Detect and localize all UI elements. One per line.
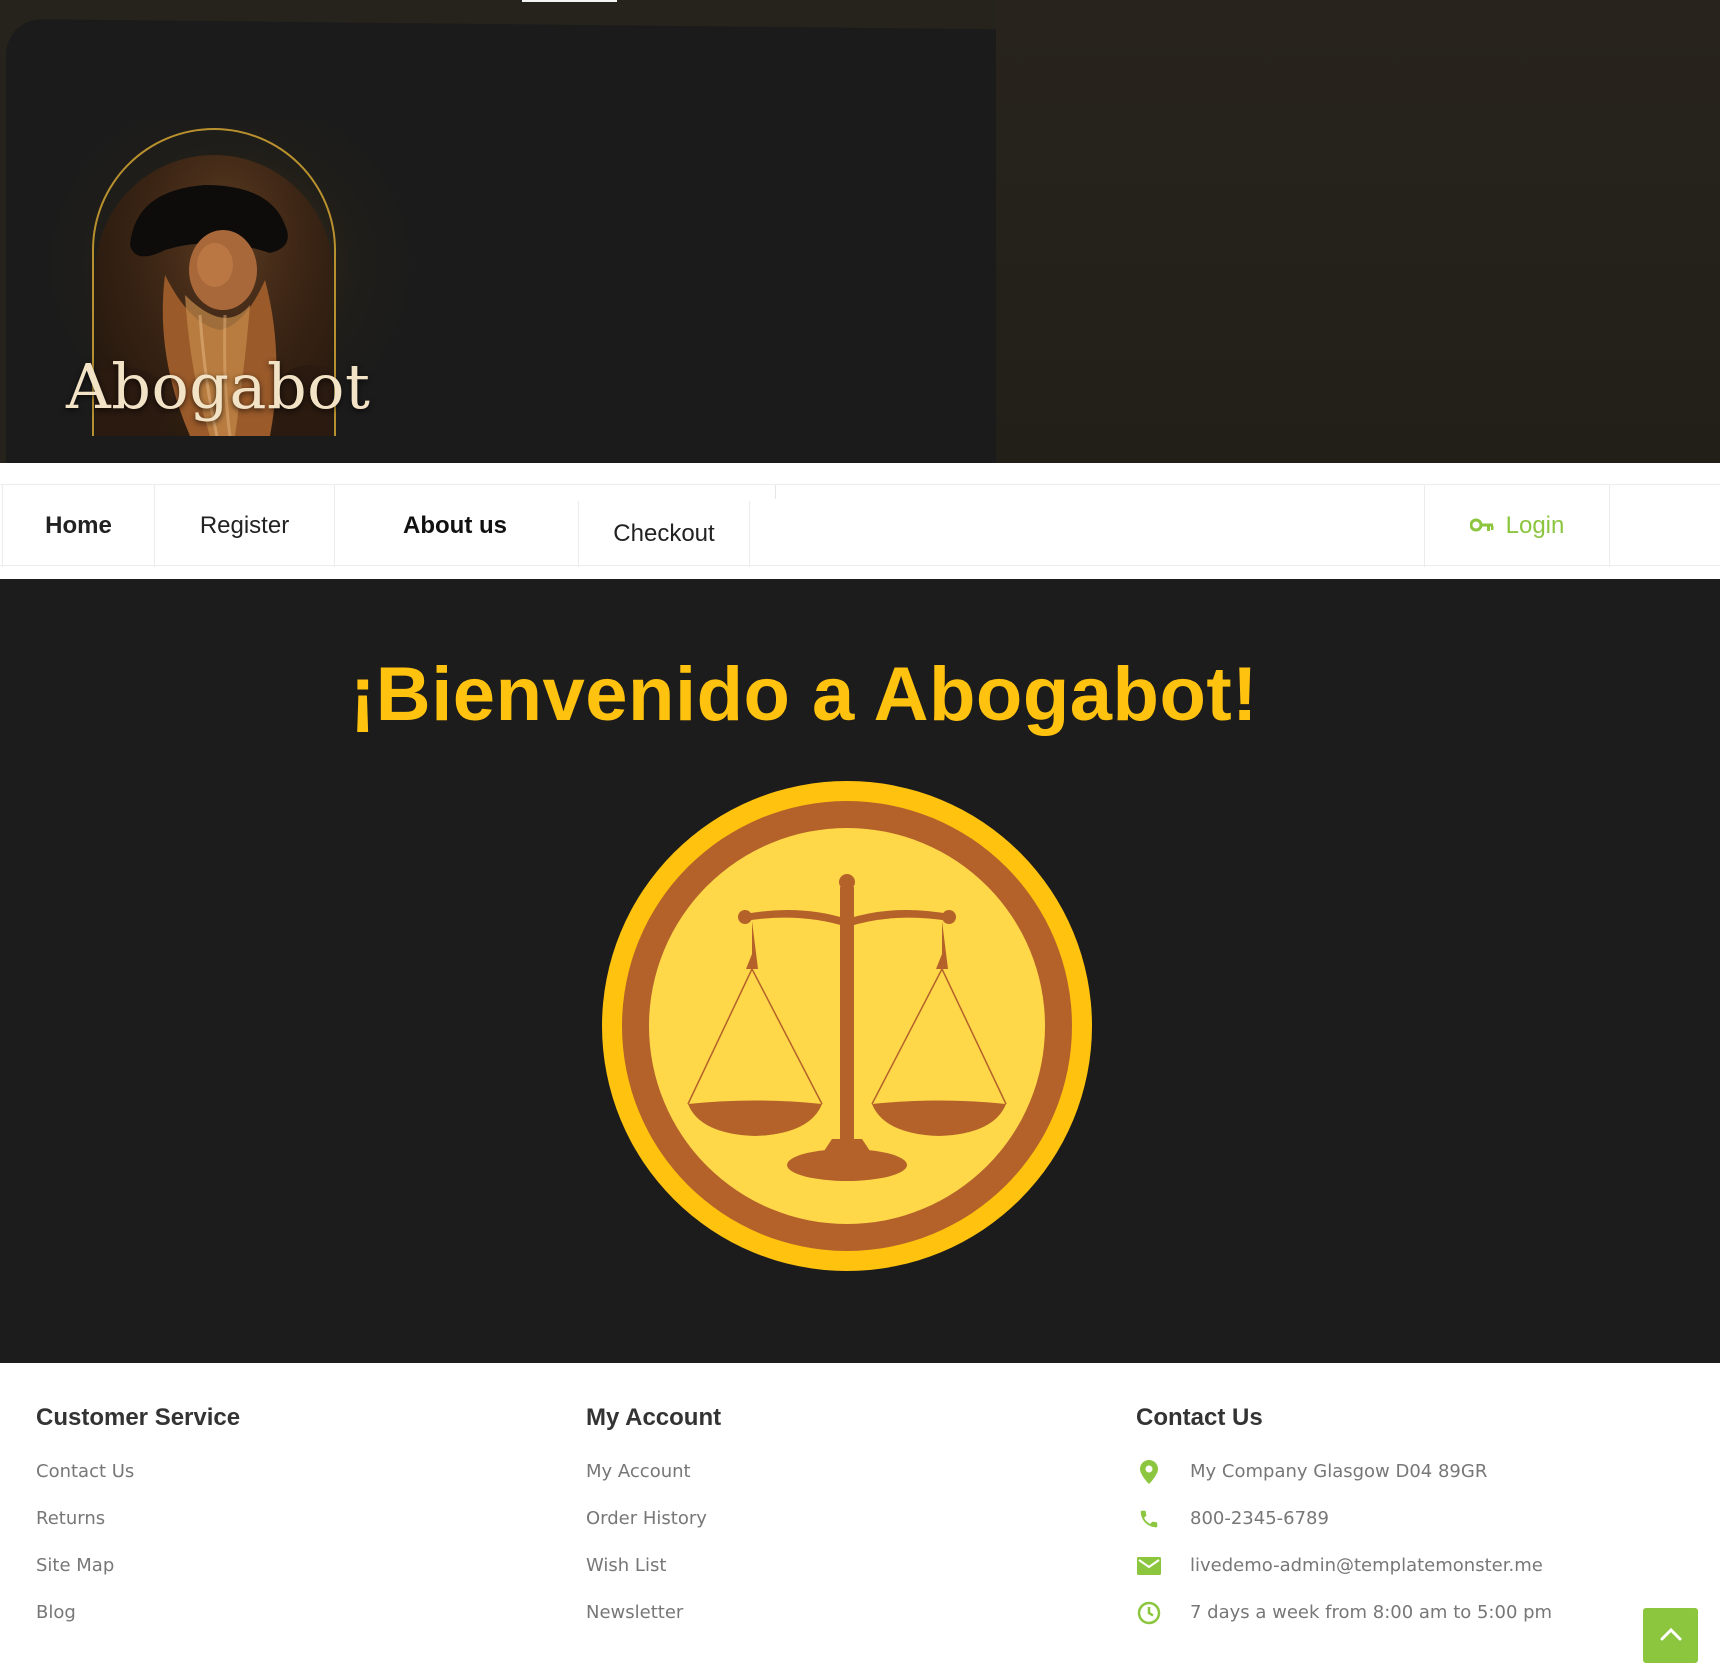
footer-customer-service: Customer Service Contact Us Returns Site… bbox=[36, 1403, 240, 1647]
login-button[interactable]: Login bbox=[1424, 485, 1610, 567]
contact-address: My Company Glasgow D04 89GR bbox=[1136, 1459, 1552, 1506]
nav-item-about-us[interactable]: About us bbox=[335, 485, 575, 567]
main-navigation: Home Register About us Checkout Login bbox=[0, 484, 1720, 567]
site-header: Abogabot bbox=[0, 0, 1720, 463]
nav-item-home[interactable]: Home bbox=[2, 485, 155, 567]
footer-link-site-map[interactable]: Site Map bbox=[36, 1553, 240, 1600]
back-to-top-button[interactable] bbox=[1643, 1608, 1698, 1663]
contact-email-text: livedemo-admin@templatemonster.me bbox=[1190, 1555, 1543, 1576]
login-label: Login bbox=[1505, 512, 1565, 539]
footer-link-my-account[interactable]: My Account bbox=[586, 1459, 721, 1506]
footer-link-blog[interactable]: Blog bbox=[36, 1600, 240, 1647]
phone-icon bbox=[1136, 1506, 1162, 1532]
key-icon bbox=[1469, 512, 1494, 540]
contact-email[interactable]: livedemo-admin@templatemonster.me bbox=[1136, 1553, 1552, 1600]
hero-title: ¡Bienvenido a Abogabot! bbox=[350, 652, 1258, 737]
contact-phone[interactable]: 800-2345-6789 bbox=[1136, 1506, 1552, 1553]
footer-link-returns[interactable]: Returns bbox=[36, 1506, 240, 1553]
footer-heading: Customer Service bbox=[36, 1404, 241, 1431]
footer-contact-us: Contact Us My Company Glasgow D04 89GR 8… bbox=[1136, 1403, 1552, 1647]
site-footer: Customer Service Contact Us Returns Site… bbox=[0, 1363, 1720, 1674]
mail-icon bbox=[1136, 1553, 1162, 1579]
footer-heading: Contact Us bbox=[1136, 1404, 1263, 1431]
contact-hours-text: 7 days a week from 8:00 am to 5:00 pm bbox=[1190, 1602, 1553, 1623]
clock-icon bbox=[1136, 1600, 1162, 1626]
footer-link-wish-list[interactable]: Wish List bbox=[586, 1553, 721, 1600]
scales-of-justice-icon bbox=[600, 779, 1094, 1273]
footer-link-order-history[interactable]: Order History bbox=[586, 1506, 721, 1553]
footer-link-newsletter[interactable]: Newsletter bbox=[586, 1600, 721, 1647]
nav-item-checkout[interactable]: Checkout bbox=[578, 501, 750, 567]
contact-phone-text: 800-2345-6789 bbox=[1190, 1508, 1329, 1529]
footer-heading: My Account bbox=[586, 1404, 722, 1431]
header-right-panel bbox=[996, 0, 1720, 463]
chevron-up-icon bbox=[1660, 1626, 1682, 1645]
footer-link-contact-us[interactable]: Contact Us bbox=[36, 1459, 240, 1506]
nav-item-register[interactable]: Register bbox=[155, 485, 335, 567]
hero-banner: ¡Bienvenido a Abogabot! bbox=[0, 579, 1720, 1363]
footer-my-account: My Account My Account Order History Wish… bbox=[586, 1403, 721, 1647]
logo-text: Abogabot bbox=[66, 350, 371, 423]
contact-hours: 7 days a week from 8:00 am to 5:00 pm bbox=[1136, 1600, 1552, 1647]
nav-divider bbox=[775, 485, 776, 499]
header-top-line bbox=[522, 0, 617, 2]
contact-address-text: My Company Glasgow D04 89GR bbox=[1190, 1461, 1488, 1482]
map-pin-icon bbox=[1136, 1459, 1162, 1485]
